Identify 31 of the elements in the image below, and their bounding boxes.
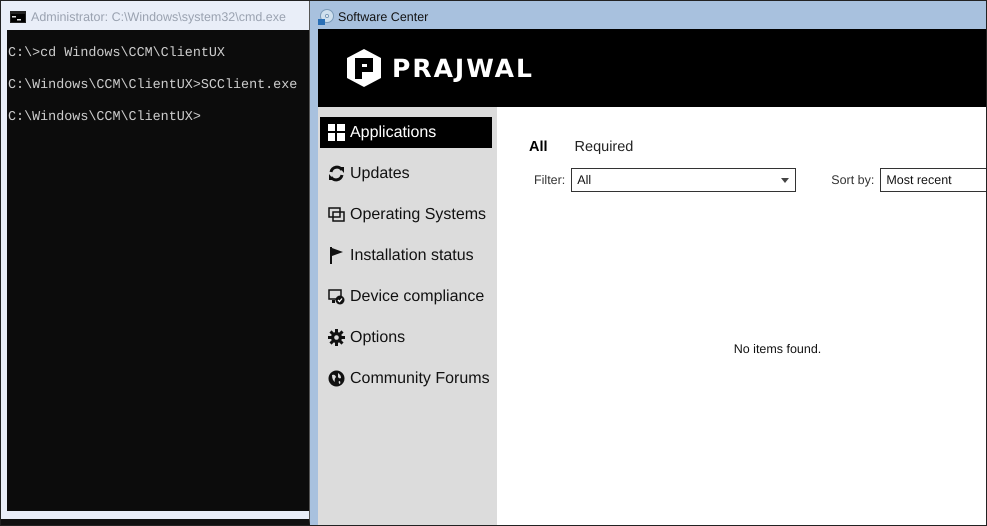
empty-message: No items found. xyxy=(734,342,822,356)
sidebar-item[interactable]: Applications xyxy=(320,117,492,148)
gear-icon xyxy=(328,329,345,346)
tab[interactable]: Required xyxy=(574,139,634,155)
sort-label: Sort by: xyxy=(831,173,874,187)
disc-icon xyxy=(318,8,334,24)
sidebar-item[interactable]: Installation status xyxy=(320,240,492,271)
sidebar-item[interactable]: Device compliance xyxy=(320,281,492,312)
logo-icon xyxy=(344,48,384,88)
filter-label: Filter: xyxy=(534,173,566,187)
console-line: C:\Windows\CCM\ClientUX> xyxy=(7,109,201,127)
console-line: C:\Windows\CCM\ClientUX>SCClient.exe xyxy=(7,77,298,95)
tab[interactable]: All xyxy=(529,139,548,155)
sidebar-item[interactable]: Options xyxy=(320,322,492,353)
window-title: Software Center xyxy=(338,10,428,24)
brand-name: PRAJWAL xyxy=(392,54,534,82)
window-title: Administrator: C:\Windows\system32\cmd.exe xyxy=(31,10,286,24)
grid-icon xyxy=(328,124,345,141)
sidebar-item[interactable]: Operating Systems xyxy=(320,199,492,230)
filter-dropdown[interactable]: All xyxy=(571,168,796,192)
monitor-check-icon xyxy=(328,288,345,305)
sidebar-item[interactable]: Updates xyxy=(320,158,492,189)
sidebar-item[interactable]: Community Forums xyxy=(320,363,492,394)
sort-dropdown[interactable]: Most recent xyxy=(880,168,986,192)
globe-icon xyxy=(328,370,345,387)
flag-icon xyxy=(328,247,345,264)
console-icon xyxy=(10,11,26,23)
caret-icon xyxy=(781,178,790,182)
refresh-icon xyxy=(328,165,345,182)
windows-icon xyxy=(328,206,345,223)
console-line: C:\>cd Windows\CCM\ClientUX xyxy=(7,45,225,63)
